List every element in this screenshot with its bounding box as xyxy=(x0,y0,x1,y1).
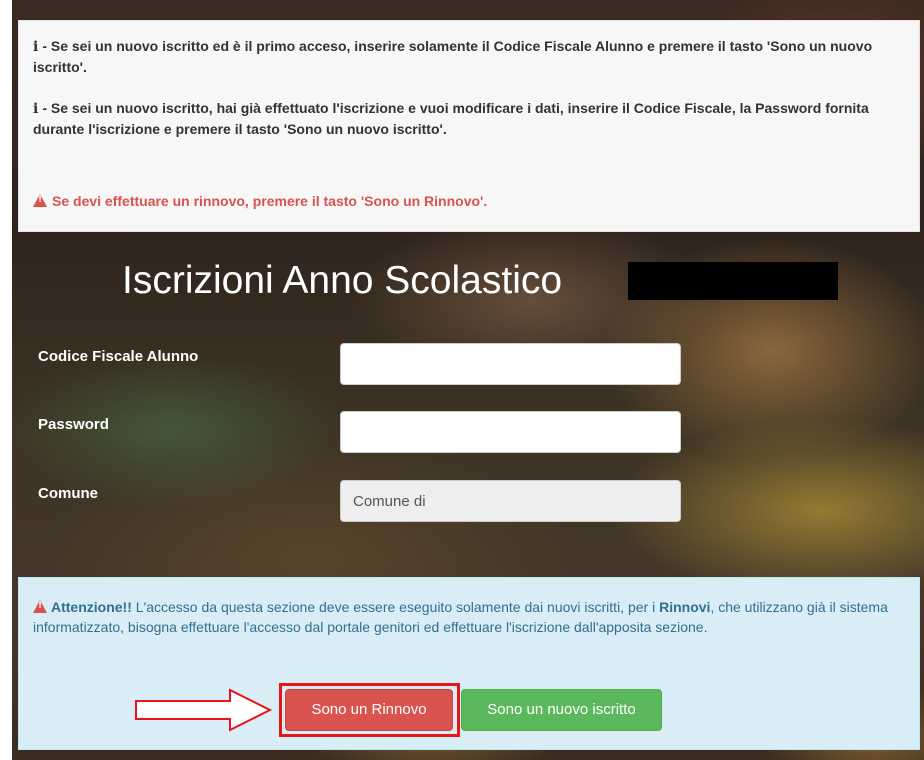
password-label: Password xyxy=(38,416,109,433)
comune-field xyxy=(340,480,681,522)
info-icon: i xyxy=(33,39,39,55)
attention-text: Attenzione!! L'accesso da questa sezione… xyxy=(33,597,905,637)
sono-un-nuovo-iscritto-button[interactable]: Sono un nuovo iscritto xyxy=(461,689,662,731)
info-line-first-access: i- Se sei un nuovo iscritto ed è il prim… xyxy=(33,36,905,77)
renewal-warning-text: Se devi effettuare un rinnovo, premere i… xyxy=(52,193,488,209)
info-line-modify: i- Se sei un nuovo iscritto, hai già eff… xyxy=(33,98,905,139)
alert-text-part-1: L'accesso da questa sezione deve essere … xyxy=(131,599,660,615)
page: i- Se sei un nuovo iscritto ed è il prim… xyxy=(0,0,924,760)
redacted-year xyxy=(628,262,838,300)
password-input[interactable] xyxy=(340,411,681,453)
info-icon: i xyxy=(33,101,39,117)
warning-icon xyxy=(33,600,47,613)
comune-label: Comune xyxy=(38,485,98,502)
info-line-1-text: - Se sei un nuovo iscritto ed è il primo… xyxy=(33,38,873,75)
sono-un-rinnovo-button[interactable]: Sono un Rinnovo xyxy=(285,689,453,731)
codice-fiscale-label: Codice Fiscale Alunno xyxy=(38,348,199,365)
warning-icon xyxy=(33,194,47,207)
page-title: Iscrizioni Anno Scolastico xyxy=(122,259,563,302)
renewal-warning: Se devi effettuare un rinnovo, premere i… xyxy=(33,191,487,211)
info-panel: i- Se sei un nuovo iscritto ed è il prim… xyxy=(18,20,920,232)
info-line-2-text: - Se sei un nuovo iscritto, hai già effe… xyxy=(33,100,869,137)
right-arrow-icon xyxy=(135,688,273,732)
rinnovi-word: Rinnovi xyxy=(659,599,711,615)
codice-fiscale-input[interactable] xyxy=(340,343,681,385)
attention-label: Attenzione!! xyxy=(51,599,132,615)
